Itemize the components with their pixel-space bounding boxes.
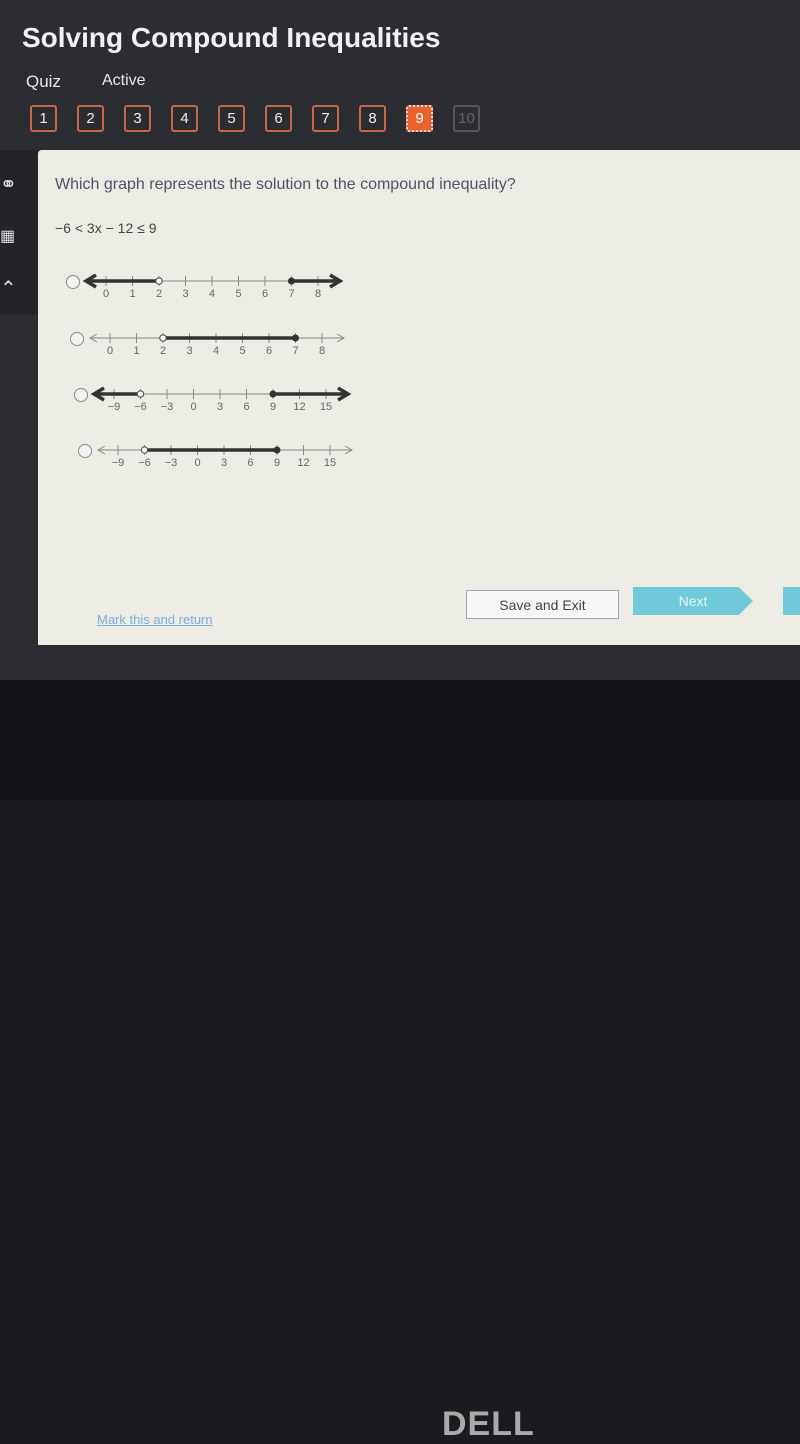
question-nav-6[interactable]: 6 [265,105,292,132]
tick-label: 2 [160,345,166,357]
radio-button[interactable] [70,332,84,346]
answer-option-4[interactable]: −9 −6 −3 0 3 6 9 12 15 [78,444,378,484]
tick-label: 6 [243,401,249,413]
tick-label: −6 [134,401,147,413]
question-panel: Which graph represents the solution to t… [38,150,800,645]
tick-label: 8 [315,288,321,300]
calculator-icon[interactable]: ▦ [0,226,22,248]
tick-label: 6 [247,457,253,469]
question-nav: 1 2 3 4 5 6 7 8 9 10 [30,105,480,132]
question-nav-3[interactable]: 3 [124,105,151,132]
radio-button[interactable] [74,388,88,402]
tick-label: 9 [274,457,280,469]
question-nav-7[interactable]: 7 [312,105,339,132]
tick-label: 3 [182,288,188,300]
page-title: Solving Compound Inequalities [22,22,441,53]
question-nav-1[interactable]: 1 [30,105,57,132]
tick-label: 2 [156,288,162,300]
tick-label: 7 [292,345,298,357]
dell-logo: DELL [442,1405,535,1443]
open-point [136,390,145,398]
question-nav-5[interactable]: 5 [218,105,245,132]
submit-button[interactable] [783,587,800,615]
radio-button[interactable] [78,444,92,458]
tick-label: 3 [217,401,223,413]
question-nav-10: 10 [453,105,480,132]
tick-label: 0 [194,457,200,469]
tick-label: 15 [320,401,332,413]
tick-label: −3 [161,401,174,413]
tick-label: 1 [129,288,135,300]
answer-option-2[interactable]: 0 1 2 3 4 5 6 7 8 [70,332,370,372]
question-nav-2[interactable]: 2 [77,105,104,132]
save-and-exit-button[interactable]: Save and Exit [466,590,619,619]
question-nav-9[interactable]: 9 [406,105,433,132]
tick-label: 0 [103,288,109,300]
tick-label: 4 [213,345,219,357]
tick-label: 15 [324,457,336,469]
open-point [159,334,167,342]
tick-label: 9 [270,401,276,413]
tick-label: 3 [186,345,192,357]
status-label: Active [102,72,146,89]
tick-label: 6 [266,345,272,357]
tick-label: 0 [107,345,113,357]
number-line: 0 1 2 3 4 5 6 7 8 [88,333,346,357]
tick-label: 7 [288,288,294,300]
quiz-label: Quiz [26,72,61,91]
tick-label: 1 [133,345,139,357]
tick-label: 0 [190,401,196,413]
screen: Solving Compound Inequalities Quiz Activ… [0,0,800,680]
monitor-bezel: DELL [0,680,800,1443]
closed-point [292,334,299,342]
tick-label: 4 [209,288,215,300]
next-button[interactable]: Next [633,587,753,615]
tick-label: 5 [235,288,241,300]
tick-label: −6 [138,457,151,469]
tick-label: 8 [319,345,325,357]
question-nav-4[interactable]: 4 [171,105,198,132]
open-point [140,446,149,454]
question-nav-8[interactable]: 8 [359,105,386,132]
closed-point [288,277,295,285]
arrow-up-icon[interactable]: ⌃ [0,276,22,300]
radio-button[interactable] [66,275,80,289]
headphones-icon[interactable]: ⚭ [0,172,22,196]
tick-label: 5 [239,345,245,357]
tick-label: −9 [108,401,121,413]
inequality: −6 < 3x − 12 ≤ 9 [55,220,157,236]
closed-point [269,390,277,398]
closed-point [273,446,281,454]
number-line: 0 1 2 3 4 5 6 7 8 [82,273,344,300]
tick-label: −3 [165,457,178,469]
tick-label: 6 [262,288,268,300]
answer-option-3[interactable]: −9 −6 −3 0 3 6 9 12 15 [74,386,374,428]
number-line: −9 −6 −3 0 3 6 9 12 15 [90,386,352,413]
tick-label: −9 [112,457,125,469]
tick-label: 3 [221,457,227,469]
number-line: −9 −6 −3 0 3 6 9 12 15 [96,445,354,469]
open-point [155,277,163,285]
tick-label: 12 [293,401,305,413]
mark-and-return-link[interactable]: Mark this and return [97,612,213,627]
answer-option-1[interactable]: 0 1 2 3 4 5 6 7 8 [66,273,366,315]
sidebar: ⚭ ▦ ⌃ [0,150,38,315]
tick-label: 12 [297,457,309,469]
question-prompt: Which graph represents the solution to t… [55,176,516,193]
